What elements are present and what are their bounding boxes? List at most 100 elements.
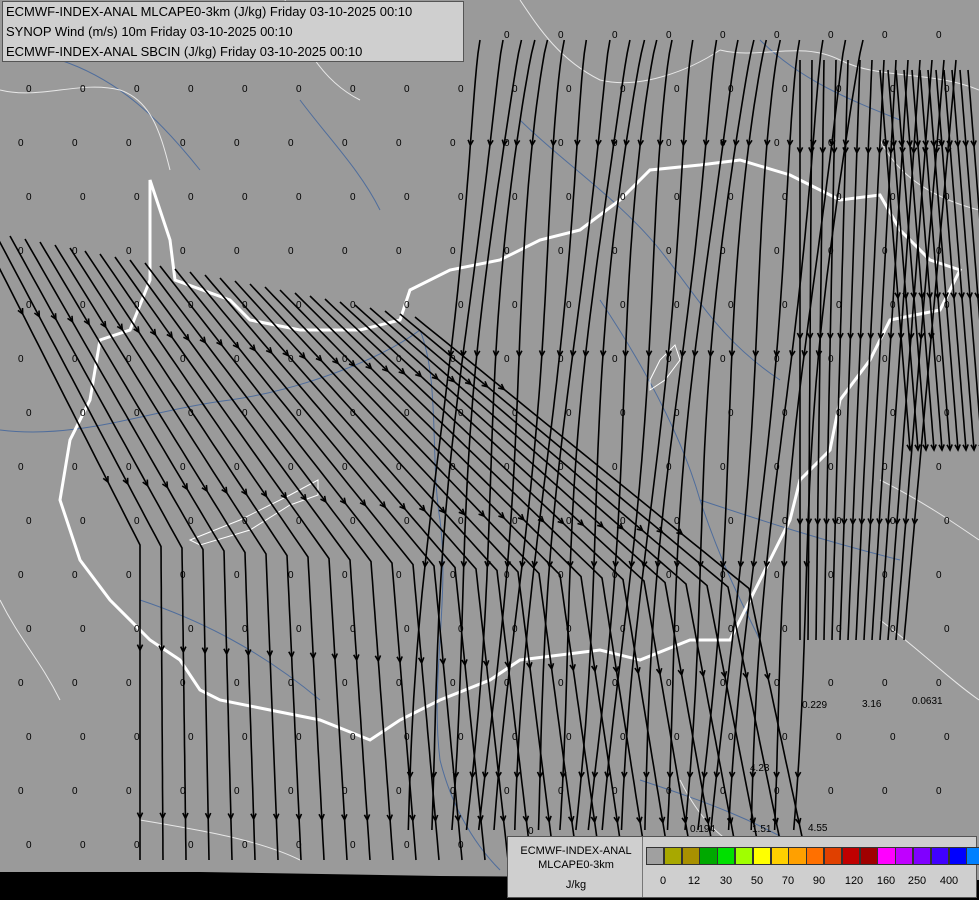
sbcin-value: 0 — [126, 462, 132, 473]
sbcin-value: 0 — [404, 84, 410, 95]
sbcin-value: 0 — [396, 786, 402, 797]
sbcin-value: 0 — [666, 246, 672, 257]
sbcin-value: 0 — [620, 84, 626, 95]
sbcin-value: 0 — [828, 570, 834, 581]
sbcin-value: 0 — [180, 246, 186, 257]
sbcin-value: 0 — [126, 246, 132, 257]
colorbar-tick-label: 50 — [750, 875, 764, 887]
sbcin-value: 0 — [720, 246, 726, 257]
sbcin-value: 0 — [566, 624, 572, 635]
sbcin-value: 0 — [674, 84, 680, 95]
sbcin-value: 0 — [458, 84, 464, 95]
sbcin-value: 0 — [296, 408, 302, 419]
sbcin-value: 0 — [504, 30, 510, 41]
sbcin-value: 0 — [828, 138, 834, 149]
sbcin-value: 0 — [504, 570, 510, 581]
sbcin-value: 0 — [620, 192, 626, 203]
sbcin-value: 0 — [80, 624, 86, 635]
sbcin-value: 0 — [558, 462, 564, 473]
sbcin-value: 0 — [936, 462, 942, 473]
sbcin-value: 0 — [728, 84, 734, 95]
streamline — [919, 69, 951, 451]
sbcin-value: 0 — [774, 138, 780, 149]
sbcin-value: 0 — [558, 354, 564, 365]
streamline — [575, 39, 646, 831]
sbcin-value: 0 — [782, 516, 788, 527]
sbcin-value: 0 — [72, 354, 78, 365]
sbcin-value: 0 — [558, 786, 564, 797]
sbcin-value: 0 — [234, 462, 240, 473]
colorbar-title-2: MLCAPE0-3km — [538, 859, 614, 871]
sbcin-value: 0 — [512, 516, 518, 527]
sbcin-value: 0 — [666, 570, 672, 581]
sbcin-value: 0 — [72, 246, 78, 257]
sbcin-value: 0 — [612, 570, 618, 581]
sbcin-value: 0 — [882, 570, 888, 581]
sbcin-value: 0 — [512, 84, 518, 95]
sbcin-value: 0 — [720, 30, 726, 41]
streamline — [514, 39, 588, 831]
sbcin-value: 0 — [566, 516, 572, 527]
streamline — [684, 39, 755, 831]
sbcin-value: 0 — [134, 840, 140, 851]
streamline — [807, 59, 813, 641]
colorbar-unit: J/kg — [565, 879, 587, 891]
sbcin-value: 0 — [342, 138, 348, 149]
streamline — [54, 244, 256, 861]
streamline — [943, 69, 975, 451]
sbcin-value: 0 — [450, 786, 456, 797]
sbcin-value: 0 — [774, 462, 780, 473]
sbcin-value: 0 — [512, 192, 518, 203]
sbcin-value: 0 — [774, 354, 780, 365]
sbcin-value: 0 — [396, 354, 402, 365]
sbcin-value: 0 — [728, 732, 734, 743]
streamline — [264, 286, 578, 861]
sbcin-value: 0 — [782, 300, 788, 311]
map-title-panel: ECMWF-INDEX-ANAL MLCAPE0-3km (J/kg) Frid… — [2, 1, 464, 62]
sbcin-value: 0 — [558, 570, 564, 581]
sbcin-value: 0 — [674, 408, 680, 419]
colorbar-swatch — [859, 847, 878, 865]
sbcin-value: 0 — [612, 678, 618, 689]
sbcin-value: 0 — [720, 786, 726, 797]
title-line-cape: ECMWF-INDEX-ANAL MLCAPE0-3km (J/kg) Frid… — [6, 4, 413, 19]
sbcin-value: 0 — [720, 462, 726, 473]
sbcin-value: 0 — [80, 732, 86, 743]
streamline — [666, 39, 739, 831]
sbcin-value: 0 — [72, 786, 78, 797]
sbcin-value: 0 — [674, 516, 680, 527]
colorbar-swatch — [895, 847, 914, 865]
sbcin-value: 0 — [342, 786, 348, 797]
sbcin-value: 0 — [566, 732, 572, 743]
sbcin-value: 0 — [296, 192, 302, 203]
sbcin-value: 0 — [296, 84, 302, 95]
sbcin-value: 0 — [620, 624, 626, 635]
sbcin-value: 0 — [188, 624, 194, 635]
sbcin-value: 0 — [828, 246, 834, 257]
streamline — [369, 307, 739, 861]
colorbar-title-1: ECMWF-INDEX-ANAL — [520, 845, 632, 857]
sbcin-value: 0 — [180, 462, 186, 473]
sbcin-value: 0 — [720, 678, 726, 689]
sbcin-value: 0 — [882, 30, 888, 41]
sbcin-value: 0 — [134, 192, 140, 203]
sbcin-value: 0 — [836, 408, 842, 419]
sbcin-value: 0 — [342, 462, 348, 473]
streamline — [9, 235, 187, 861]
streamline — [451, 39, 523, 831]
sbcin-value: 0 — [450, 354, 456, 365]
sbcin-value: 0 — [72, 678, 78, 689]
sbcin-value: 0 — [944, 732, 950, 743]
sbcin-value: 0 — [296, 300, 302, 311]
sbcin-value: 0 — [404, 300, 410, 311]
colorbar-legend: ECMWF-INDEX-ANAL MLCAPE0-3km J/kg 0 12 30 5… — [507, 836, 979, 898]
sbcin-value: 0 — [666, 678, 672, 689]
sbcin-value: 0 — [242, 192, 248, 203]
sbcin-value: 0 — [836, 516, 842, 527]
sbcin-value: 0 — [296, 840, 302, 851]
sbcin-value: 0 — [396, 138, 402, 149]
cape-value-label: 0.194 — [690, 824, 715, 835]
sbcin-value: 0 — [620, 408, 626, 419]
sbcin-value: 0 — [342, 246, 348, 257]
sbcin-value: 0 — [126, 570, 132, 581]
